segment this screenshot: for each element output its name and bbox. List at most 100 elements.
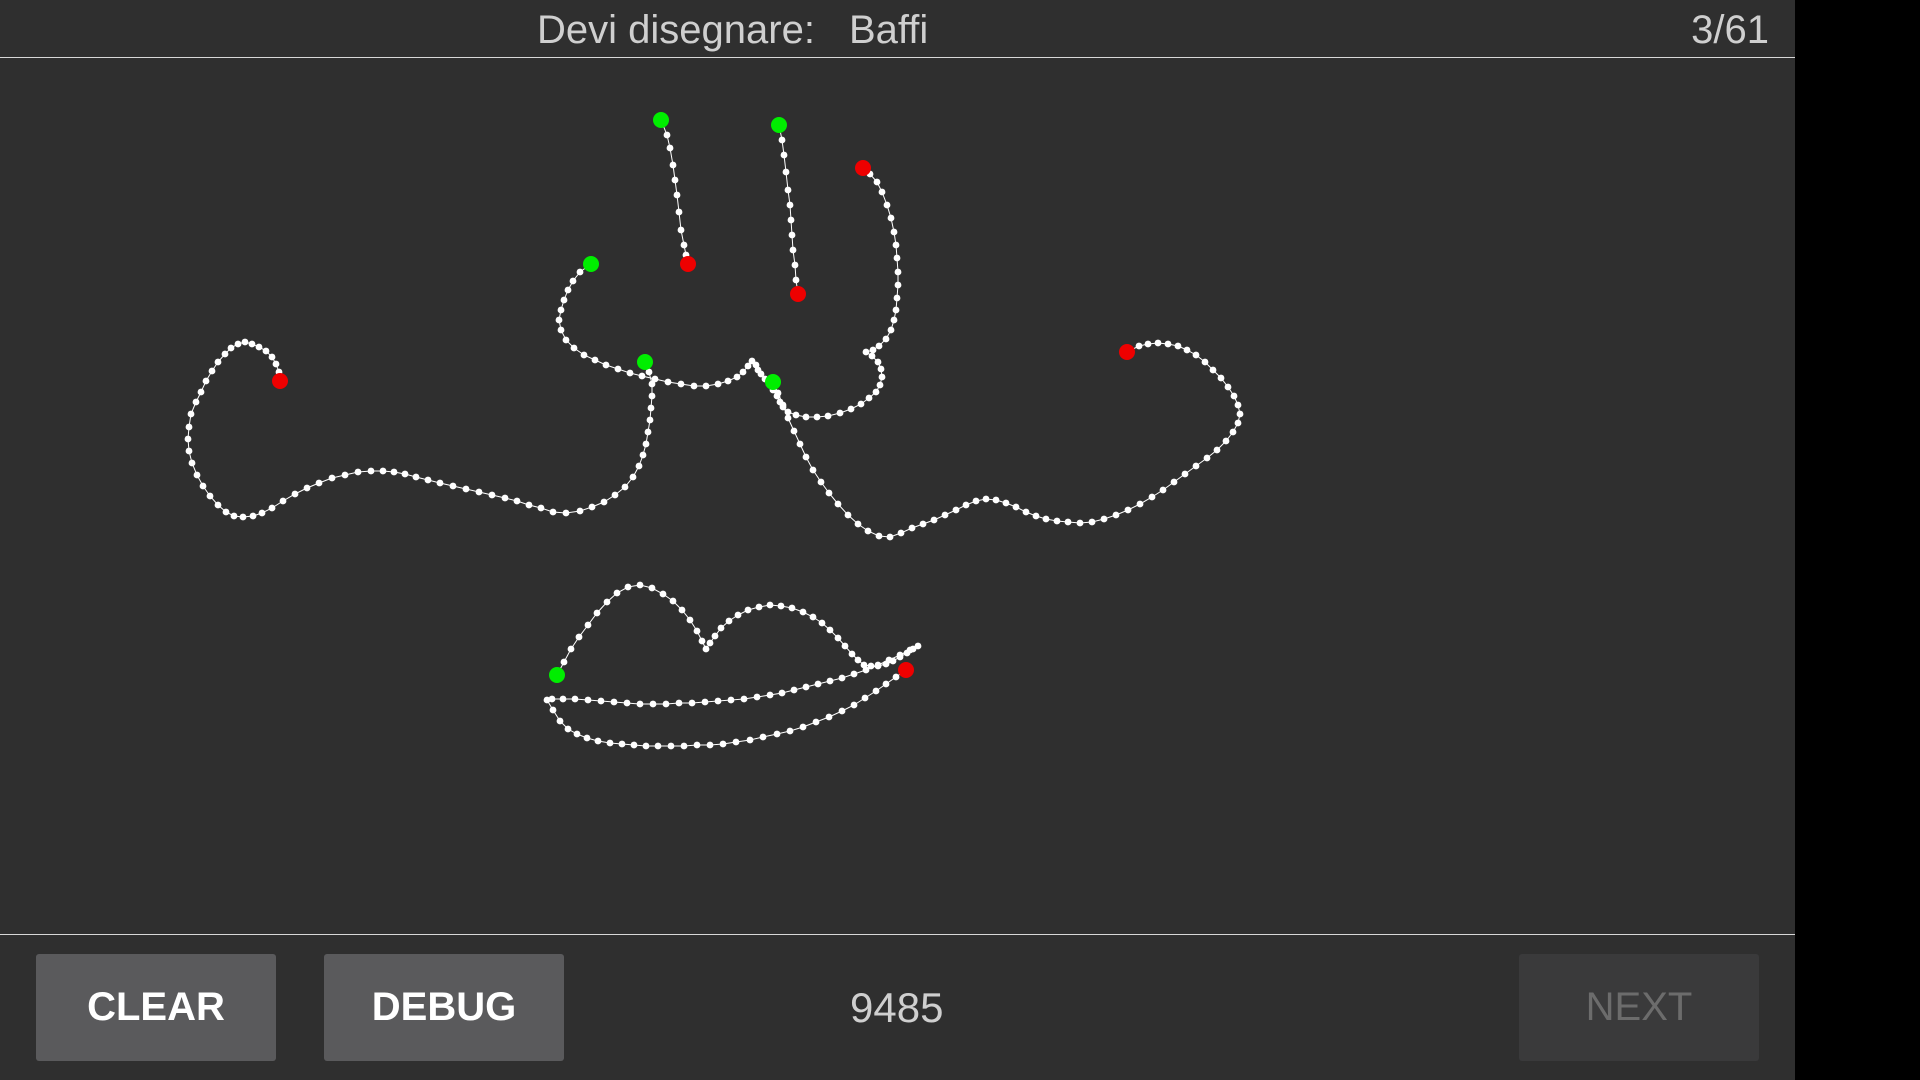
stroke-point: [222, 508, 230, 516]
stroke-point: [838, 674, 846, 682]
stroke-point: [812, 718, 820, 726]
stroke-point: [862, 666, 870, 674]
stroke-point: [303, 484, 311, 492]
stroke-point: [878, 373, 886, 381]
stroke-point: [227, 344, 235, 352]
stroke-point: [202, 377, 210, 385]
stroke-point: [1217, 374, 1225, 382]
stroke-point: [206, 492, 214, 500]
stroke-point: [575, 633, 583, 641]
stroke-point: [1144, 340, 1152, 348]
stroke-point: [549, 706, 557, 714]
stroke-point: [914, 642, 922, 650]
stroke-point: [919, 520, 927, 528]
stroke-point: [894, 281, 902, 289]
stroke-point: [906, 646, 914, 654]
stroke-point: [630, 741, 638, 749]
stroke-point: [594, 737, 602, 745]
stroke-point: [890, 228, 898, 236]
bottom-toolbar: CLEAR DEBUG 9485 NEXT: [0, 935, 1795, 1080]
stroke-point: [784, 414, 792, 422]
stroke-point: [861, 694, 869, 702]
stroke-end-marker: [855, 160, 871, 176]
stroke-point: [556, 717, 564, 725]
stroke-point: [315, 479, 323, 487]
stroke-point: [677, 226, 685, 234]
stroke-point: [555, 316, 563, 324]
stroke-point: [1224, 383, 1232, 391]
stroke-point: [1234, 419, 1242, 427]
stroke-point: [778, 136, 786, 144]
stroke-point: [583, 734, 591, 742]
stroke-point: [786, 727, 794, 735]
stroke-point: [875, 342, 883, 350]
prompt-label: Devi disegnare:: [537, 8, 815, 52]
stroke-point: [876, 381, 884, 389]
stroke-point: [646, 416, 654, 424]
stroke-point: [890, 316, 898, 324]
stroke-point: [564, 286, 572, 294]
stroke-point: [930, 516, 938, 524]
stroke-point: [248, 340, 256, 348]
stroke-point: [773, 730, 781, 738]
stroke-point: [982, 495, 990, 503]
stroke-point: [673, 191, 681, 199]
sketch-surface[interactable]: [0, 58, 1795, 934]
debug-button[interactable]: DEBUG: [324, 954, 564, 1061]
stroke-point: [864, 527, 872, 535]
stroke-point: [610, 698, 618, 706]
stroke-point: [241, 338, 249, 346]
stroke-point: [792, 276, 800, 284]
stroke-point: [654, 742, 662, 750]
drawing-prompt: Devi disegnare: Baffi: [537, 0, 928, 57]
stroke-point: [724, 377, 732, 385]
stroke-point: [188, 459, 196, 467]
stroke-point: [780, 151, 788, 159]
stroke-point: [818, 619, 826, 627]
stroke-start-marker: [637, 354, 653, 370]
stroke-point: [734, 611, 742, 619]
stroke-point: [878, 188, 886, 196]
stroke-point: [669, 597, 677, 605]
stroke-point: [799, 608, 807, 616]
clear-button[interactable]: CLEAR: [36, 954, 276, 1061]
stroke-point: [272, 360, 280, 368]
stroke-point: [239, 513, 247, 521]
stroke-point: [501, 494, 509, 502]
stroke-point: [462, 485, 470, 493]
stroke-point: [279, 497, 287, 505]
stroke-point: [779, 401, 787, 409]
stroke-point: [1174, 342, 1182, 350]
score-display: 9485: [850, 984, 944, 1031]
stroke-point: [1053, 517, 1061, 525]
drawing-canvas[interactable]: [0, 58, 1795, 935]
stroke-point: [869, 346, 877, 354]
stroke-point: [234, 340, 242, 348]
stroke-point: [799, 723, 807, 731]
stroke-point: [834, 500, 842, 508]
stroke-point: [908, 524, 916, 532]
stroke-point: [1170, 478, 1178, 486]
stroke-point: [887, 326, 895, 334]
stroke-point: [208, 367, 216, 375]
stroke-point: [667, 742, 675, 750]
stroke-point: [648, 380, 656, 388]
stroke-point: [268, 353, 276, 361]
stroke-point: [792, 411, 800, 419]
stroke-point: [802, 453, 810, 461]
stroke-point: [488, 491, 496, 499]
stroke-point: [584, 696, 592, 704]
stroke-point: [197, 388, 205, 396]
stroke-point: [629, 473, 637, 481]
stroke-point: [744, 606, 752, 614]
stroke-point: [766, 601, 774, 609]
stroke-point: [706, 639, 714, 647]
stroke-point: [719, 740, 727, 748]
stroke-point: [706, 741, 714, 749]
stroke-point: [753, 693, 761, 701]
stroke-point: [678, 606, 686, 614]
stroke-point: [727, 696, 735, 704]
stroke-point: [784, 186, 792, 194]
stroke-point: [591, 356, 599, 364]
stroke-point: [1088, 518, 1096, 526]
